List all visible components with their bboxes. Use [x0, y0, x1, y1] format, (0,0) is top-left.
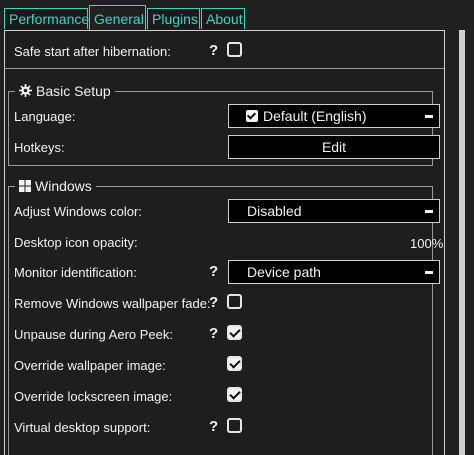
virtual-desktop-checkbox[interactable]	[227, 418, 242, 433]
unpause-aero-peek-help-icon[interactable]: ?	[209, 325, 218, 342]
adjust-color-select[interactable]: Disabled	[228, 199, 440, 223]
tab-general[interactable]: General	[89, 5, 146, 31]
virtual-desktop-label: Virtual desktop support:	[14, 420, 151, 435]
remove-wallpaper-fade-label: Remove Windows wallpaper fade:	[14, 296, 211, 311]
remove-wallpaper-fade-help-icon[interactable]: ?	[209, 294, 218, 311]
chevron-down-icon	[425, 271, 433, 274]
section-divider	[4, 68, 444, 69]
language-select[interactable]: Default (English)	[228, 104, 440, 128]
scrollbar-thumb[interactable]	[459, 30, 465, 455]
adjust-color-label: Adjust Windows color:	[14, 204, 142, 219]
safe-start-label: Safe start after hibernation:	[14, 44, 171, 59]
override-lockscreen-checkbox[interactable]	[227, 387, 242, 402]
language-value: Default (English)	[263, 108, 367, 124]
gear-icon	[19, 83, 32, 101]
tab-plugins[interactable]: Plugins	[147, 8, 200, 29]
basic-setup-title: Basic Setup	[15, 82, 115, 100]
adjust-color-value: Disabled	[247, 203, 302, 219]
hotkeys-label: Hotkeys:	[14, 140, 65, 155]
desktop-icon-opacity-value[interactable]: 100%	[410, 236, 443, 251]
override-wallpaper-checkbox[interactable]	[227, 356, 242, 371]
override-lockscreen-label: Override lockscreen image:	[14, 389, 173, 404]
virtual-desktop-help-icon[interactable]: ?	[209, 418, 218, 435]
hotkeys-edit-button[interactable]: Edit	[228, 135, 440, 159]
basic-setup-title-text: Basic Setup	[36, 83, 111, 99]
monitor-id-value: Device path	[247, 264, 321, 280]
tab-performance[interactable]: Performance	[4, 8, 89, 29]
tab-about[interactable]: About	[201, 8, 245, 29]
windows-title-text: Windows	[35, 178, 92, 194]
windows-logo-icon	[19, 178, 31, 196]
override-wallpaper-label: Override wallpaper image:	[14, 358, 166, 373]
safe-start-checkbox[interactable]	[227, 42, 242, 57]
unpause-aero-peek-label: Unpause during Aero Peek:	[14, 327, 173, 342]
monitor-id-select[interactable]: Device path	[228, 260, 440, 284]
desktop-icon-opacity-label: Desktop icon opacity:	[14, 235, 138, 250]
window-edge	[469, 30, 472, 455]
language-flag-icon	[246, 110, 258, 122]
remove-wallpaper-fade-checkbox[interactable]	[227, 294, 242, 309]
windows-title: Windows	[15, 177, 96, 195]
chevron-down-icon	[425, 115, 433, 118]
monitor-id-label: Monitor identification:	[14, 265, 137, 280]
chevron-down-icon	[425, 210, 433, 213]
windows-group: Windows	[8, 177, 433, 455]
safe-start-help-icon[interactable]: ?	[209, 42, 218, 59]
monitor-id-help-icon[interactable]: ?	[209, 263, 218, 280]
unpause-aero-peek-checkbox[interactable]	[227, 325, 242, 340]
language-label: Language:	[14, 109, 76, 124]
tab-bar: Performance General Plugins About	[0, 0, 474, 31]
